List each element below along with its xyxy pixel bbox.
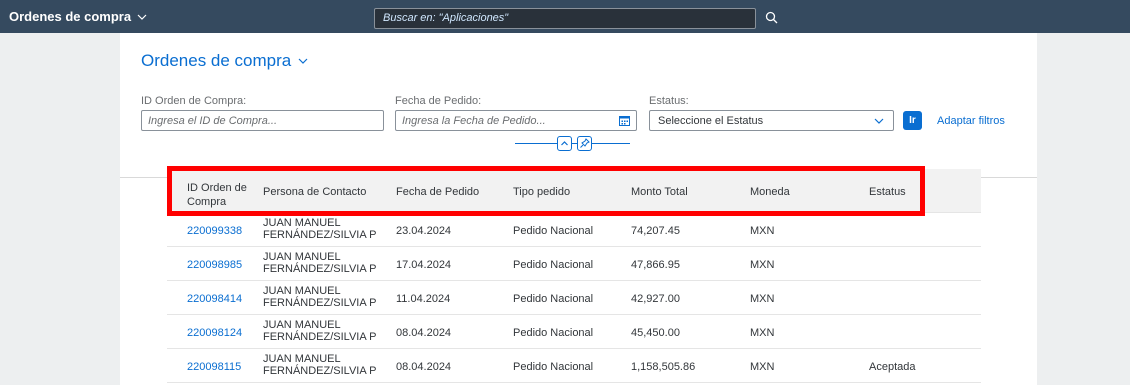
column-header[interactable]: Tipo pedido: [513, 186, 570, 198]
table-row[interactable]: 220098124 JUAN MANUEL FERNÁNDEZ/SILVIA P …: [167, 315, 981, 349]
currency-cell: MXN: [750, 225, 775, 237]
currency-cell: MXN: [750, 327, 775, 339]
date-cell: 17.04.2024: [396, 259, 452, 271]
chevron-down-icon: [137, 14, 147, 20]
contact-line: FERNÁNDEZ/SILVIA P: [263, 229, 377, 241]
app-title: Ordenes de compra: [9, 9, 132, 24]
table-row[interactable]: 220098414 JUAN MANUEL FERNÁNDEZ/SILVIA P …: [167, 281, 981, 315]
purchase-orders-table: ID Orden de Compra Persona de Contacto F…: [167, 169, 981, 385]
app-title-menu[interactable]: Ordenes de compra: [9, 9, 148, 24]
id-filter-input[interactable]: Ingresa el ID de Compra...: [141, 110, 384, 131]
pin-header-button[interactable]: [577, 136, 592, 151]
contact-cell: JUAN MANUEL FERNÁNDEZ/SILVIA P: [263, 353, 377, 377]
id-filter-label: ID Orden de Compra:: [141, 95, 247, 107]
status-cell: Aceptada: [869, 361, 916, 373]
go-button[interactable]: Ir: [903, 111, 922, 130]
order-id-link[interactable]: 220099338: [187, 225, 242, 237]
divider: [592, 143, 630, 144]
type-cell: Pedido Nacional: [513, 293, 594, 305]
filter-bar: Ordenes de compra ID Orden de Compra: In…: [120, 33, 1037, 178]
chevron-up-icon: [561, 141, 568, 146]
column-header[interactable]: Moneda: [750, 186, 790, 198]
contact-line: JUAN MANUEL: [263, 285, 341, 297]
contact-line: FERNÁNDEZ/SILVIA P: [263, 263, 377, 275]
date-cell: 08.04.2024: [396, 361, 452, 373]
collapse-header-button[interactable]: [557, 136, 572, 151]
contact-line: FERNÁNDEZ/SILVIA P: [263, 365, 377, 377]
status-filter-value: Seleccione el Estatus: [658, 115, 764, 127]
type-cell: Pedido Nacional: [513, 361, 594, 373]
currency-cell: MXN: [750, 293, 775, 305]
currency-cell: MXN: [750, 361, 775, 373]
amount-cell: 45,450.00: [631, 327, 680, 339]
amount-cell: 74,207.45: [631, 225, 680, 237]
id-filter-placeholder: Ingresa el ID de Compra...: [148, 115, 278, 127]
table-row[interactable]: 220098985 JUAN MANUEL FERNÁNDEZ/SILVIA P …: [167, 247, 981, 281]
table-row[interactable]: 220098115 JUAN MANUEL FERNÁNDEZ/SILVIA P …: [167, 349, 981, 383]
contact-cell: JUAN MANUEL FERNÁNDEZ/SILVIA P: [263, 285, 377, 309]
calendar-icon[interactable]: [618, 114, 631, 127]
contact-line: JUAN MANUEL: [263, 319, 341, 331]
amount-cell: 42,927.00: [631, 293, 680, 305]
contact-cell: JUAN MANUEL FERNÁNDEZ/SILVIA P: [263, 251, 377, 275]
type-cell: Pedido Nacional: [513, 259, 594, 271]
column-header[interactable]: Monto Total: [631, 186, 688, 198]
status-filter-select[interactable]: Seleccione el Estatus: [649, 110, 894, 131]
pin-icon: [580, 138, 590, 148]
adapt-filters-link[interactable]: Adaptar filtros: [937, 115, 1005, 127]
contact-line: JUAN MANUEL: [263, 217, 341, 229]
column-header[interactable]: Persona de Contacto: [263, 186, 366, 198]
date-cell: 08.04.2024: [396, 327, 452, 339]
chevron-down-icon: [298, 58, 308, 64]
order-id-link[interactable]: 220098985: [187, 259, 242, 271]
order-id-link[interactable]: 220098414: [187, 293, 242, 305]
column-header[interactable]: Estatus: [869, 186, 906, 198]
order-id-link[interactable]: 220098115: [187, 361, 241, 373]
status-filter-label: Estatus:: [649, 95, 689, 107]
table-row[interactable]: 220099338 JUAN MANUEL FERNÁNDEZ/SILVIA P …: [167, 213, 981, 247]
amount-cell: 1,158,505.86: [631, 361, 696, 373]
type-cell: Pedido Nacional: [513, 225, 594, 237]
date-cell: 23.04.2024: [396, 225, 452, 237]
contact-line: JUAN MANUEL: [263, 353, 341, 365]
chevron-down-icon: [874, 118, 884, 124]
search-input[interactable]: Buscar en: "Aplicaciones": [374, 8, 756, 29]
amount-cell: 47,866.95: [631, 259, 680, 271]
date-filter-placeholder: Ingresa la Fecha de Pedido...: [402, 115, 546, 127]
contact-line: FERNÁNDEZ/SILVIA P: [263, 297, 377, 309]
contact-cell: JUAN MANUEL FERNÁNDEZ/SILVIA P: [263, 319, 377, 343]
date-filter-input[interactable]: Ingresa la Fecha de Pedido...: [395, 110, 637, 131]
header-toggle-bar: [515, 135, 630, 153]
contact-cell: JUAN MANUEL FERNÁNDEZ/SILVIA P: [263, 217, 377, 241]
variant-selector[interactable]: Ordenes de compra: [141, 51, 309, 71]
date-filter-label: Fecha de Pedido:: [395, 95, 482, 107]
shell-bar: Ordenes de compra Buscar en: "Aplicacion…: [0, 0, 1130, 33]
column-header[interactable]: Fecha de Pedido: [396, 186, 479, 198]
currency-cell: MXN: [750, 259, 775, 271]
search-icon[interactable]: [763, 9, 781, 27]
column-header[interactable]: ID Orden de Compra: [187, 181, 257, 209]
type-cell: Pedido Nacional: [513, 327, 594, 339]
date-cell: 11.04.2024: [396, 293, 451, 305]
page-title: Ordenes de compra: [141, 51, 292, 70]
contact-line: JUAN MANUEL: [263, 251, 341, 263]
search-placeholder: Buscar en: "Aplicaciones": [383, 12, 509, 24]
order-id-link[interactable]: 220098124: [187, 327, 242, 339]
contact-line: FERNÁNDEZ/SILVIA P: [263, 331, 377, 343]
divider: [515, 143, 557, 144]
table-header: ID Orden de Compra Persona de Contacto F…: [167, 169, 981, 213]
